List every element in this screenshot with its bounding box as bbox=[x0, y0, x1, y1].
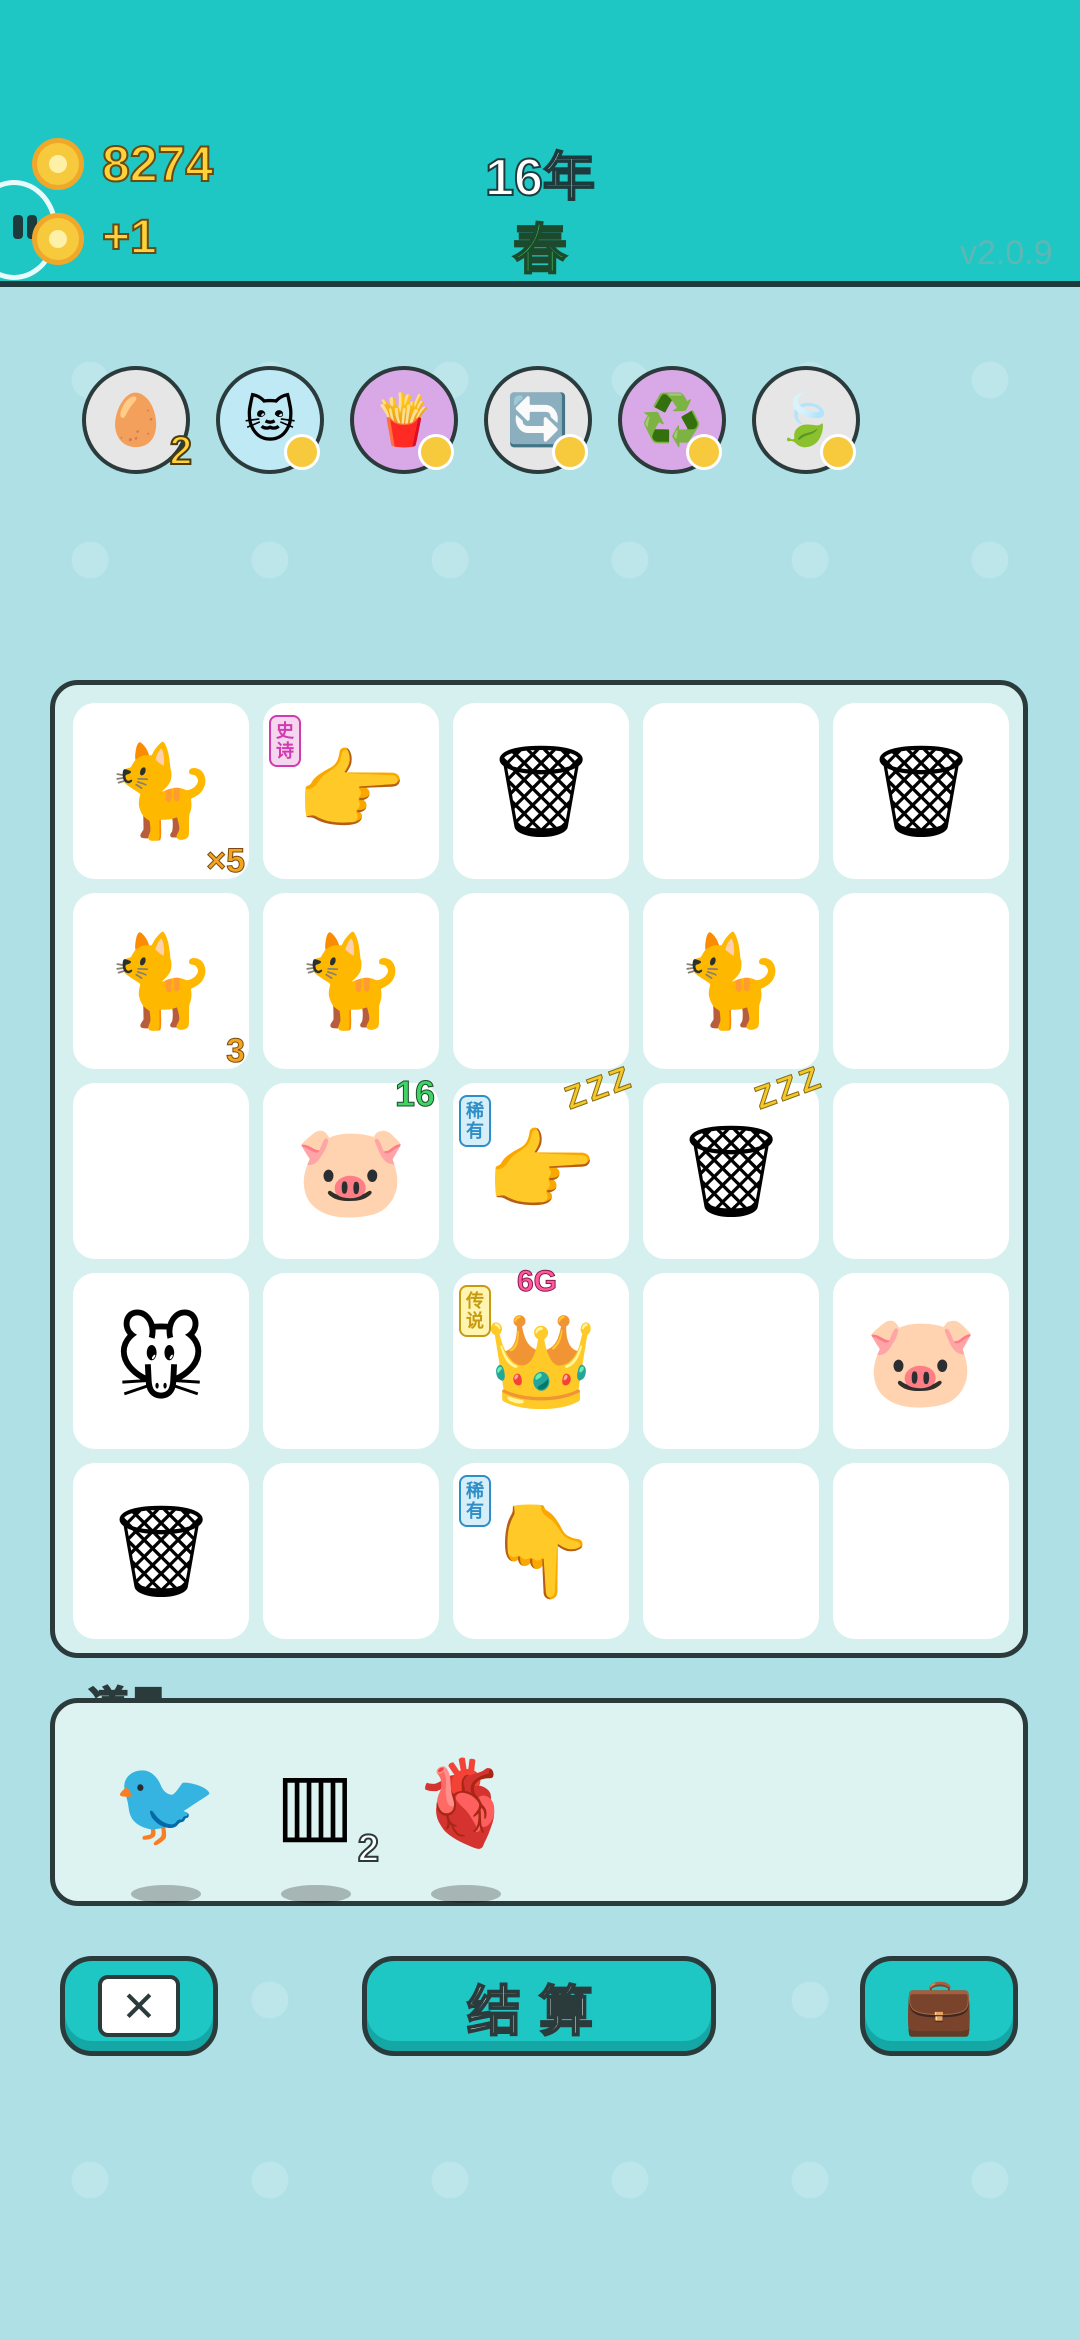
effect-count-badge: 2 bbox=[169, 428, 193, 474]
board-cell-mouse[interactable]: 🐭 bbox=[73, 1273, 249, 1449]
pig-icon: 🐷 bbox=[294, 1121, 408, 1222]
pointing-hand-icon: 👇 bbox=[484, 1501, 598, 1602]
cat-icon: 🐈 bbox=[294, 931, 408, 1032]
board-cell-empty[interactable] bbox=[643, 703, 819, 879]
board-cell-pointing-hand[interactable]: 👇 稀有 bbox=[453, 1463, 629, 1639]
fries-icon[interactable]: 🍟 bbox=[350, 366, 458, 474]
board-cell-empty[interactable] bbox=[833, 1463, 1009, 1639]
cat-icon: 🐈 bbox=[104, 931, 218, 1032]
stack-count: 3 bbox=[226, 1032, 246, 1071]
recycle-icon[interactable]: ♻️ bbox=[618, 366, 726, 474]
board-cell-empty[interactable] bbox=[643, 1273, 819, 1449]
close-button[interactable]: ✕ bbox=[60, 1956, 218, 2056]
mouse-icon: 🐭 bbox=[114, 1311, 208, 1412]
item-shadow bbox=[131, 1885, 201, 1903]
refresh-icon[interactable]: 🔄 bbox=[484, 366, 592, 474]
garbage-bag-icon: 🗑 bbox=[103, 1501, 219, 1602]
top-divider bbox=[0, 281, 1080, 287]
board-cell-pointing-hand[interactable]: 👉 稀有 ZZZ bbox=[453, 1058, 639, 1259]
item-bird[interactable]: 🐦 bbox=[105, 1743, 225, 1903]
bag-button[interactable]: 💼 bbox=[860, 1956, 1018, 2056]
pig-icon: 🐷 bbox=[864, 1311, 978, 1412]
item-shadow bbox=[281, 1885, 351, 1903]
board-cell-empty[interactable] bbox=[263, 1463, 439, 1639]
item-count: 2 bbox=[357, 1827, 380, 1871]
board-cell-garbage-bag[interactable]: 🗑 ZZZ bbox=[643, 1058, 829, 1259]
briefcase-icon: 💼 bbox=[904, 1974, 974, 2037]
items-panel: 🐦 ▥ 2 🫀 bbox=[50, 1698, 1028, 1906]
board-cell-pointing-hand[interactable]: 👉 史诗 bbox=[263, 703, 439, 879]
game-board: 🐈 ×5 👉 史诗 🗑 🗑 🐈 3 🐈 🐈 🐷 16 👉 稀有 ZZZ 🗑 ZZZ 🐭 👑 传说 6G 🐷 🗑 👇 稀有 bbox=[50, 680, 1028, 1658]
cage-icon: ▥ bbox=[275, 1756, 355, 1850]
rarity-tag: 传说 bbox=[459, 1285, 491, 1337]
board-cell-empty[interactable] bbox=[833, 1083, 1009, 1259]
leaf-icon[interactable]: 🍃 bbox=[752, 366, 860, 474]
board-cell-garbage-bag[interactable]: 🗑 bbox=[453, 703, 629, 879]
board-cell-cat[interactable]: 🐈 3 bbox=[73, 893, 249, 1071]
item-shadow bbox=[431, 1885, 501, 1903]
counter-value: 16 bbox=[394, 1073, 435, 1115]
board-cell-cat[interactable]: 🐈 bbox=[263, 893, 439, 1069]
item-liver[interactable]: 🫀 bbox=[405, 1743, 525, 1903]
coin-icon bbox=[32, 138, 84, 190]
garbage-bag-icon: 🗑 bbox=[483, 741, 599, 842]
board-cell-pig[interactable]: 🐷 bbox=[833, 1273, 1009, 1449]
board-cell-cat[interactable]: 🐈 ×5 bbox=[73, 703, 249, 881]
rarity-tag: 稀有 bbox=[459, 1475, 491, 1527]
coin-income-icon bbox=[32, 213, 84, 265]
rarity-tag: 稀有 bbox=[459, 1095, 491, 1147]
king-icon: 👑 bbox=[484, 1311, 598, 1412]
rarity-tag: 史诗 bbox=[269, 715, 301, 767]
coin-badge-icon bbox=[820, 434, 856, 470]
board-cell-garbage-bag[interactable]: 🗑 bbox=[73, 1463, 249, 1639]
top-bar: 8274 +1 16年 春 v2.0.9 bbox=[0, 0, 1080, 285]
pointing-hand-icon: 👉 bbox=[294, 741, 408, 842]
settle-button-label: 结算 bbox=[466, 1981, 611, 2043]
board-cell-empty[interactable] bbox=[73, 1083, 249, 1259]
close-icon: ✕ bbox=[98, 1975, 180, 2037]
board-cell-empty[interactable] bbox=[833, 893, 1009, 1069]
cat-icon: 🐈 bbox=[104, 741, 218, 842]
pointing-hand-icon: 👉 bbox=[484, 1121, 598, 1222]
egg-carton-icon[interactable]: 🥚 2 bbox=[82, 366, 193, 474]
settle-button[interactable]: 结算 bbox=[362, 1956, 716, 2056]
garbage-bag-icon: 🗑 bbox=[673, 1121, 789, 1222]
year-label: 16年 bbox=[484, 148, 596, 208]
cat-icon: 🐈 bbox=[674, 931, 788, 1032]
board-cell-king[interactable]: 👑 传说 6G bbox=[453, 1265, 629, 1449]
money-counter: 8274 bbox=[101, 135, 214, 193]
level-label: 6G bbox=[516, 1265, 558, 1299]
bird-icon: 🐦 bbox=[112, 1755, 218, 1850]
coin-badge-icon bbox=[552, 434, 588, 470]
liver-icon: 🫀 bbox=[412, 1755, 518, 1850]
stack-count: ×5 bbox=[206, 842, 246, 881]
board-cell-cat[interactable]: 🐈 bbox=[643, 893, 819, 1069]
garbage-bag-icon: 🗑 bbox=[863, 741, 979, 842]
coin-badge-icon bbox=[284, 434, 320, 470]
season-label: 春 bbox=[512, 219, 568, 281]
item-cage[interactable]: ▥ 2 bbox=[255, 1743, 380, 1903]
income-counter: +1 bbox=[101, 210, 158, 265]
cat-face-icon[interactable]: 🐱 bbox=[216, 366, 324, 474]
board-cell-empty[interactable] bbox=[453, 893, 629, 1069]
board-cell-empty[interactable] bbox=[643, 1463, 819, 1639]
coin-badge-icon bbox=[686, 434, 722, 470]
board-cell-pig[interactable]: 🐷 16 bbox=[263, 1073, 439, 1259]
version-label: v2.0.9 bbox=[960, 234, 1053, 272]
coin-badge-icon bbox=[418, 434, 454, 470]
board-cell-empty[interactable] bbox=[263, 1273, 439, 1449]
egg-carton-icon-glyph: 🥚 bbox=[104, 391, 168, 448]
board-cell-garbage-bag[interactable]: 🗑 bbox=[833, 703, 1009, 879]
